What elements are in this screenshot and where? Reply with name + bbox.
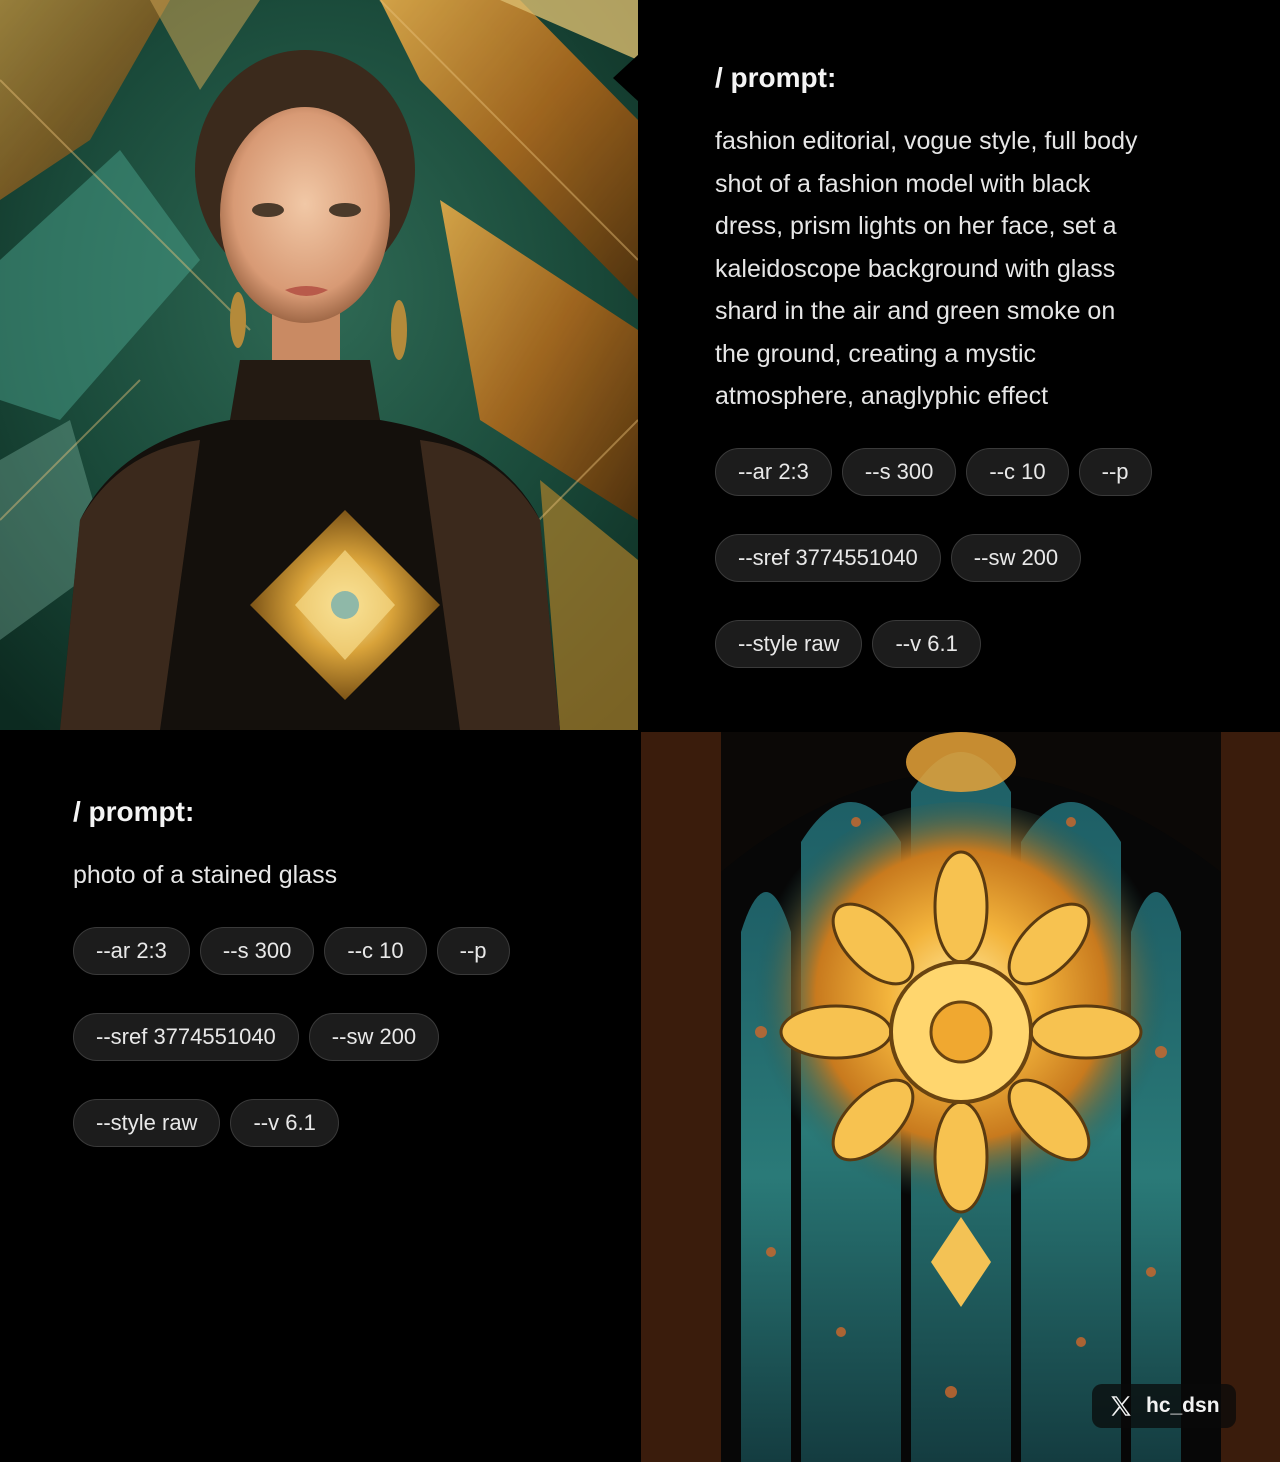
prompt-line: atmosphere, anaglyphic effect: [715, 382, 1049, 410]
param-chip-ar[interactable]: --ar 2:3: [73, 926, 190, 975]
author-handle: hc_dsn: [1146, 1394, 1220, 1417]
param-chip-v[interactable]: --v 6.1: [230, 1098, 339, 1147]
param-chip-v[interactable]: --v 6.1: [872, 619, 981, 668]
prompt-line: fashion editorial, vogue style, full bod…: [715, 127, 1138, 155]
param-chips: --ar 2:3 --s 300 --c 10 --p --sref 37745…: [715, 447, 1215, 668]
prompt-heading: / prompt:: [73, 796, 195, 827]
prompt-line: shot of a fashion model with black: [715, 169, 1091, 198]
prompt-card-top: / prompt: fashion editorial, vogue style…: [715, 60, 1235, 668]
param-chip-p[interactable]: --p: [1078, 447, 1152, 496]
prompt-line: kaleidoscope background with glass: [715, 254, 1116, 283]
param-chip-sw[interactable]: --sw 200: [308, 1012, 440, 1061]
prompt-line: shard in the air and green smoke on: [715, 297, 1116, 325]
x-logo-icon: [1111, 1396, 1131, 1416]
prompt-card-bottom: / prompt: photo of a stained glass --ar …: [73, 794, 593, 1147]
stained-glass-image: [641, 732, 1280, 1462]
fashion-model-image: [0, 0, 638, 730]
param-chip-style[interactable]: --style raw: [73, 1098, 221, 1147]
param-chip-c[interactable]: --c 10: [324, 926, 427, 975]
param-chip-s[interactable]: --s 300: [841, 447, 957, 496]
param-chips: --ar 2:3 --s 300 --c 10 --p --sref 37745…: [73, 926, 573, 1147]
param-chip-ar[interactable]: --ar 2:3: [715, 447, 832, 496]
param-chip-c[interactable]: --c 10: [966, 447, 1069, 496]
prompt-text: photo of a stained glass: [73, 854, 593, 897]
author-watermark: hc_dsn: [1092, 1384, 1236, 1428]
param-chip-style[interactable]: --style raw: [715, 619, 863, 668]
param-chip-sref[interactable]: --sref 3774551040: [73, 1012, 299, 1061]
prompt-line: the ground, creating a mystic: [715, 339, 1036, 368]
prompt-heading: / prompt:: [715, 62, 837, 93]
prompt-line: photo of a stained glass: [73, 861, 338, 889]
prompt-line: dress, prism lights on her face, set a: [715, 212, 1117, 240]
image-corner-notch: [613, 54, 639, 102]
param-chip-s[interactable]: --s 300: [199, 926, 315, 975]
param-chip-sref[interactable]: --sref 3774551040: [715, 533, 941, 582]
prompt-text: fashion editorial, vogue style, full bod…: [715, 120, 1235, 418]
param-chip-sw[interactable]: --sw 200: [950, 533, 1082, 582]
param-chip-p[interactable]: --p: [436, 926, 510, 975]
